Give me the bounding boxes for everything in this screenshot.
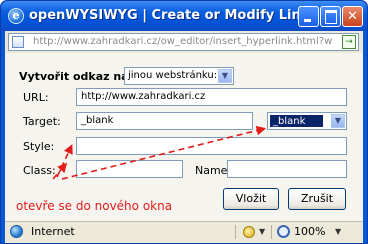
- page-icon: [12, 36, 24, 48]
- protected-mode-icon[interactable]: [243, 226, 255, 238]
- minimize-icon: [304, 19, 311, 22]
- arrow-to-target-select: [61, 125, 267, 180]
- link-dialog-content: Vytvořit odkaz na: jinou webstránku: ▼ U…: [5, 53, 363, 221]
- address-url: http://www.zahradkari.cz/ow_editor/inser…: [33, 36, 333, 47]
- divider: [271, 225, 272, 239]
- close-button[interactable]: ✕: [342, 6, 363, 27]
- chevron-down-icon[interactable]: ▼: [259, 227, 265, 236]
- arrow-to-target-input: [56, 144, 73, 178]
- address-field[interactable]: http://www.zahradkari.cz/ow_editor/inser…: [8, 33, 359, 51]
- close-icon: ✕: [347, 9, 358, 24]
- zoom-dropdown-icon[interactable]: ▼: [335, 227, 341, 236]
- browser-popup-window: e openWYSIWYG | Create or Modify Link ..…: [0, 0, 368, 244]
- status-bar: Internet ▼ 100% ▼: [5, 221, 363, 243]
- annotation-arrows: [52, 125, 267, 180]
- maximize-icon: [325, 10, 337, 24]
- maximize-button[interactable]: [320, 6, 341, 27]
- minimize-button[interactable]: [298, 6, 319, 27]
- globe-icon: [10, 225, 23, 238]
- internet-explorer-icon: e: [8, 8, 24, 24]
- divider: [235, 225, 236, 239]
- zoom-level[interactable]: 100%: [294, 225, 325, 238]
- security-zone: Internet: [31, 225, 75, 238]
- go-icon[interactable]: →: [342, 35, 356, 49]
- zoom-icon[interactable]: [277, 225, 290, 238]
- address-bar: http://www.zahradkari.cz/ow_editor/inser…: [5, 31, 363, 53]
- title-bar[interactable]: e openWYSIWYG | Create or Modify Link ..…: [1, 1, 367, 31]
- window-title: openWYSIWYG | Create or Modify Link ...: [29, 8, 329, 23]
